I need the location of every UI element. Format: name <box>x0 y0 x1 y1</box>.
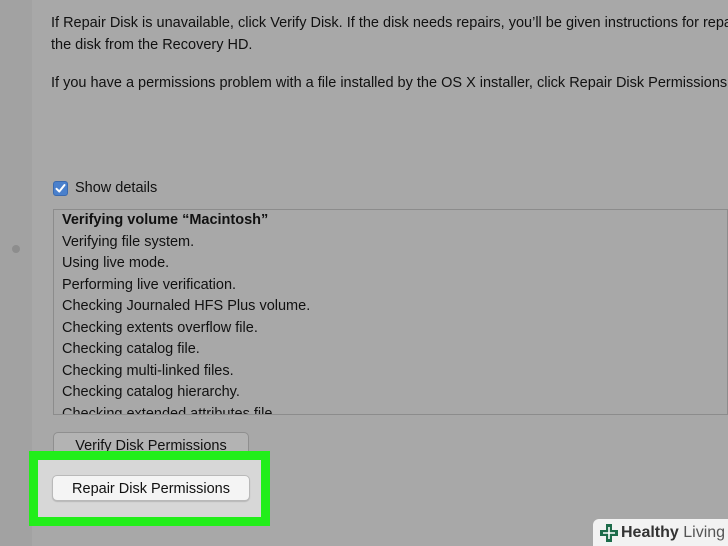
log-line: Using live mode. <box>62 255 170 271</box>
repair-disk-permissions-button[interactable]: Repair Disk Permissions <box>52 475 250 501</box>
log-line: Checking extended attributes file. <box>62 405 277 415</box>
log-line: Verifying file system. <box>62 233 195 250</box>
watermark-brand-light: Living <box>678 523 726 541</box>
log-line: Checking catalog hierarchy. <box>62 384 240 400</box>
checkmark-icon <box>55 183 66 192</box>
log-line: Checking catalog file. <box>62 341 200 357</box>
watermark-text: Healthy Living <box>621 524 725 542</box>
splitter-handle[interactable] <box>12 245 20 253</box>
details-log[interactable]: Verifying volume “Macintosh” Verifying f… <box>53 209 728 415</box>
show-details-checkbox[interactable] <box>53 180 68 196</box>
instructions-line-2: the disk from the Recovery HD. <box>51 37 253 53</box>
left-strip <box>0 0 32 546</box>
log-line: Verifying volume “Macintosh” <box>62 212 269 228</box>
log-line: Checking extents overflow file. <box>62 319 258 336</box>
log-line: Performing live verification. <box>62 276 237 293</box>
plus-cross-icon <box>598 522 620 544</box>
watermark-brand-bold: Healthy <box>621 523 679 541</box>
permissions-instructions-text: If you have a permissions problem with a… <box>51 75 728 91</box>
show-details-row[interactable]: Show details <box>53 178 157 198</box>
log-line: Checking Journaled HFS Plus volume. <box>62 298 311 314</box>
instructions-text: If Repair Disk is unavailable, click Ver… <box>51 12 728 56</box>
watermark: Healthy Living <box>593 519 728 546</box>
show-details-label: Show details <box>75 180 158 196</box>
instructions-line-1: If Repair Disk is unavailable, click Ver… <box>51 15 728 31</box>
log-line: Checking multi-linked files. <box>62 362 234 379</box>
